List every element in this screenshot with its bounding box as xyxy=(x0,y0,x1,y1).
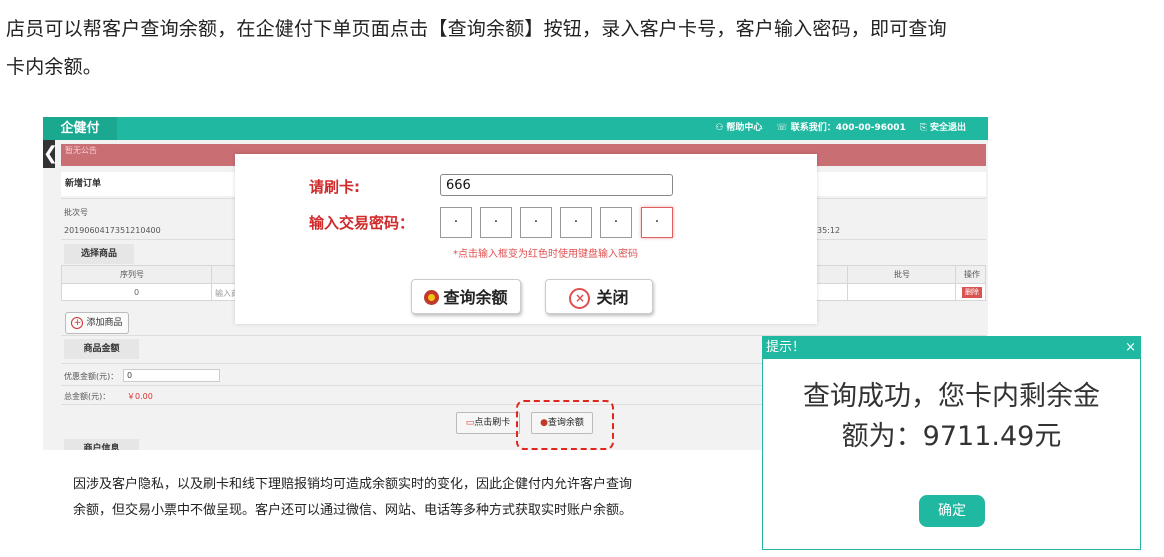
discount-label: 优惠金额(元)： xyxy=(64,372,119,381)
brand-logo: 企健付 xyxy=(43,117,117,140)
phone-icon: ☏ xyxy=(776,123,788,133)
dialog-header: 提示！ × xyxy=(763,337,1140,359)
divider xyxy=(847,266,848,300)
row-index: 0 xyxy=(134,288,140,297)
pin-hint: *点击输入框变为红色时使用键盘输入密码 xyxy=(453,249,638,260)
help-label: 帮助中心 xyxy=(726,123,763,133)
contact-link[interactable]: ☏ 联系我们：400-00-96001 xyxy=(776,117,905,140)
select-goods-tab[interactable]: 选择商品 xyxy=(64,244,134,264)
note-line-2: 余额，但交易小票中不做呈现。客户还可以通过微信、网站、电话等多种方式获取实时账户… xyxy=(73,503,633,518)
help-link[interactable]: ⚇ 帮助中心 xyxy=(715,117,762,140)
batch-value: 2019060417351210400 xyxy=(64,226,161,235)
total-label: 总金额(元)： xyxy=(64,392,111,401)
modal-close-label: 关闭 xyxy=(596,288,629,307)
pin-digit-2[interactable]: · xyxy=(480,207,512,238)
logout-label: 安全退出 xyxy=(929,123,966,133)
merchant-info-tab: 商户信息 xyxy=(64,439,139,450)
user-group-icon: ⚇ xyxy=(715,123,724,133)
pin-digit-5[interactable]: · xyxy=(600,207,632,238)
pin-label: 输入交易密码： xyxy=(309,214,415,232)
result-dialog: 提示！ × 查询成功，您卡内剩余金 额为：9711.49元 确定 xyxy=(762,336,1141,550)
sidebar-toggle[interactable]: ❮ xyxy=(43,140,58,168)
swipe-card-button[interactable]: ▭点击刷卡 xyxy=(456,412,520,434)
col-serial: 序列号 xyxy=(120,270,144,279)
card-label: 请刷卡: xyxy=(309,178,360,196)
modal-query-label: 查询余额 xyxy=(443,288,508,307)
message-line-2: 额为：9711.49元 xyxy=(841,421,1062,452)
add-goods-button[interactable]: + 添加商品 xyxy=(65,312,129,334)
swipe-card-label: 点击刷卡 xyxy=(474,418,511,428)
pin-digit-3[interactable]: · xyxy=(520,207,552,238)
intro-line-2: 卡内余额。 xyxy=(6,56,103,78)
order-section-title: 新增订单 xyxy=(65,179,102,189)
close-icon: × xyxy=(569,288,591,309)
delete-button[interactable]: 删除 xyxy=(962,287,982,298)
top-bar: 企健付 ⚇ 帮助中心 ☏ 联系我们：400-00-96001 ⎘ 安全退出 xyxy=(43,117,988,140)
pin-digit-4[interactable]: · xyxy=(560,207,592,238)
dialog-message: 查询成功，您卡内剩余金 额为：9711.49元 xyxy=(763,377,1140,457)
top-links: ⚇ 帮助中心 ☏ 联系我们：400-00-96001 ⎘ 安全退出 xyxy=(715,117,966,140)
logout-link[interactable]: ⎘ 安全退出 xyxy=(920,117,966,140)
col-action: 操作 xyxy=(964,270,980,279)
contact-label: 联系我们：400-00-96001 xyxy=(790,123,906,133)
batch-label: 批次号 xyxy=(64,208,88,217)
add-goods-label: 添加商品 xyxy=(86,318,123,328)
dialog-close-icon[interactable]: × xyxy=(1125,337,1136,359)
logout-icon: ⎘ xyxy=(919,123,927,133)
card-number-input[interactable]: 666 xyxy=(440,174,673,196)
intro-line-1: 店员可以帮客户查询余额，在企健付下单页面点击【查询余额】按钮，录入客户卡号，客户… xyxy=(6,18,947,40)
col-batch: 批号 xyxy=(894,270,910,279)
plus-icon: + xyxy=(71,317,84,329)
bottom-note: 因涉及客户隐私，以及刷卡和线下理赔报销均可造成余额实时的变化，因此企健付内允许客… xyxy=(73,472,763,524)
query-icon xyxy=(424,290,440,305)
swipe-card-modal: 请刷卡: 666 输入交易密码： · · · · · · *点击输入框变为红色时… xyxy=(235,154,817,324)
dialog-title: 提示！ xyxy=(766,340,806,355)
discount-input[interactable]: 0 xyxy=(123,369,220,382)
intro-text: 店员可以帮客户查询余额，在企健付下单页面点击【查询余额】按钮，录入客户卡号，客户… xyxy=(6,10,1158,86)
divider xyxy=(955,266,956,300)
note-line-1: 因涉及客户隐私，以及刷卡和线下理赔报销均可造成余额实时的变化，因此企健付内允许客… xyxy=(73,477,633,492)
modal-query-button[interactable]: 查询余额 xyxy=(411,279,521,314)
message-line-1: 查询成功，您卡内剩余金 xyxy=(803,381,1100,412)
ok-button[interactable]: 确定 xyxy=(919,495,985,527)
goods-amount-tab: 商品金额 xyxy=(64,339,139,359)
time-value: 35:12 xyxy=(817,226,841,235)
card-icon: ▭ xyxy=(465,418,475,428)
total-value: ￥0.00 xyxy=(127,392,153,401)
modal-close-button[interactable]: × 关闭 xyxy=(545,279,653,314)
highlight-box xyxy=(516,400,614,450)
pin-digit-1[interactable]: · xyxy=(440,207,472,238)
pin-digit-6[interactable]: · xyxy=(641,207,673,238)
divider xyxy=(211,266,212,300)
